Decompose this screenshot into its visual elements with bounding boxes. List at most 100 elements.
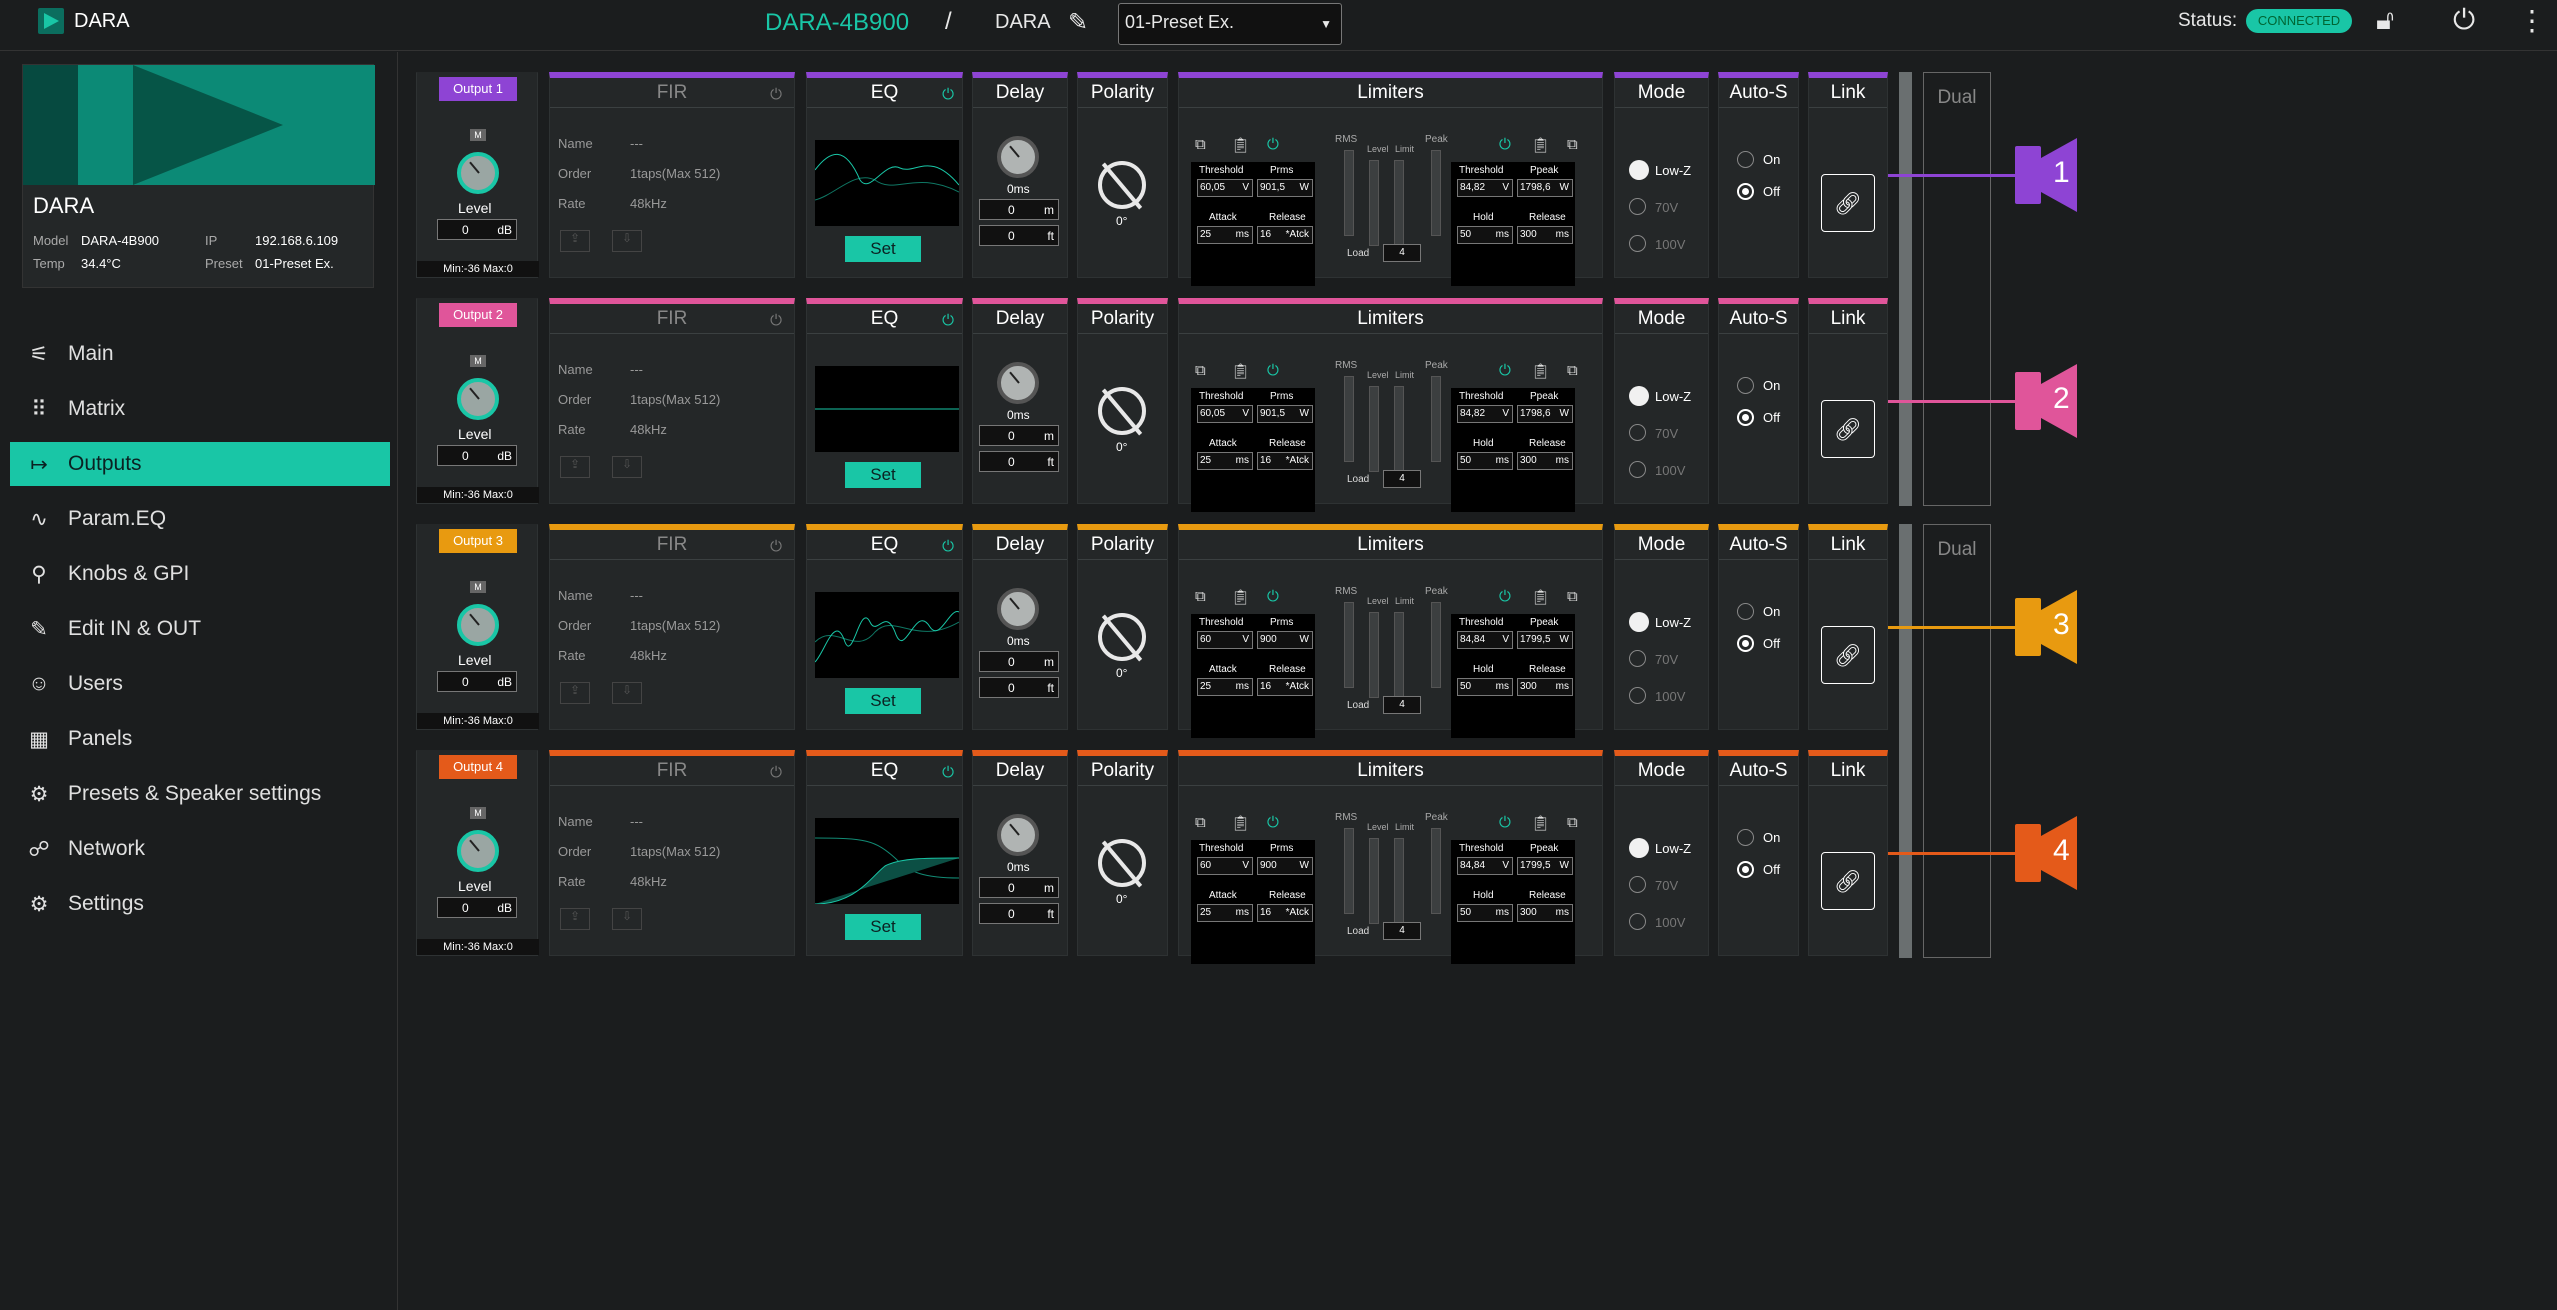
polarity-invert-icon[interactable] [1098, 161, 1146, 209]
hold-input[interactable]: 50 ms [1457, 678, 1513, 696]
power-icon[interactable]: ⏻ [770, 312, 782, 329]
mode-100v-radio[interactable] [1629, 687, 1646, 704]
eq-curve-graph[interactable] [815, 366, 959, 452]
delay-feet-input[interactable]: 0 ft [979, 225, 1059, 246]
mode-70v-radio[interactable] [1629, 650, 1646, 667]
paste-icon[interactable]: 📋︎ [1231, 136, 1250, 154]
rms-threshold-input[interactable]: 60,05 V [1197, 179, 1253, 197]
attack-input[interactable]: 25 ms [1197, 904, 1253, 922]
power-icon[interactable]: ⏻ [1267, 814, 1279, 831]
level-input[interactable]: 0 dB [437, 897, 517, 918]
output-name-tag[interactable]: Output 2 [439, 303, 517, 327]
level-input[interactable]: 0 dB [437, 671, 517, 692]
prms-input[interactable]: 901,5 W [1257, 405, 1313, 423]
paste-icon[interactable]: 📋︎ [1231, 588, 1250, 606]
paste-icon[interactable]: 📋︎ [1531, 814, 1550, 832]
mode-70v-radio[interactable] [1629, 198, 1646, 215]
load-input[interactable]: 4 [1383, 470, 1421, 488]
autos-off-radio[interactable] [1737, 409, 1754, 426]
power-icon[interactable]: ⏻ [1499, 136, 1511, 153]
level-knob[interactable] [457, 152, 499, 194]
power-icon[interactable]: ⏻ [1499, 362, 1511, 379]
dual-group-1-2[interactable]: Dual [1923, 72, 1991, 506]
autos-on-radio[interactable] [1737, 377, 1754, 394]
copy-icon[interactable]: ⧉ [1195, 136, 1206, 153]
link-button[interactable]: 🔗︎ [1821, 852, 1875, 910]
mode-100v-radio[interactable] [1629, 913, 1646, 930]
copy-icon[interactable]: ⧉ [1567, 588, 1578, 605]
attack-input[interactable]: 25 ms [1197, 678, 1253, 696]
hold-input[interactable]: 50 ms [1457, 226, 1513, 244]
mode-lowz-radio[interactable] [1629, 838, 1649, 858]
eq-curve-graph[interactable] [814, 818, 960, 905]
power-icon[interactable]: ⏻ [942, 764, 954, 781]
attack-input[interactable]: 25 ms [1197, 226, 1253, 244]
copy-icon[interactable]: ⧉ [1195, 588, 1206, 605]
power-icon[interactable]: ⏻ [942, 86, 954, 103]
release-input[interactable]: 16 *Atck [1257, 904, 1313, 922]
ppeak-input[interactable]: 1798,6 W [1517, 405, 1573, 423]
load-input[interactable]: 4 [1383, 244, 1421, 262]
mode-lowz-radio[interactable] [1629, 160, 1649, 180]
upload-icon[interactable]: ⇪ [560, 456, 590, 478]
power-icon[interactable]: ⏻ [770, 86, 782, 103]
delay-knob[interactable] [997, 362, 1039, 404]
peak-release-input[interactable]: 300 ms [1517, 678, 1573, 696]
level-input[interactable]: 0 dB [437, 219, 517, 240]
upload-icon[interactable]: ⇪ [560, 682, 590, 704]
ppeak-input[interactable]: 1799,5 W [1517, 857, 1573, 875]
copy-icon[interactable]: ⧉ [1567, 814, 1578, 831]
sidebar-item-matrix[interactable]: ⠿ Matrix [10, 387, 390, 431]
sidebar-item-edit-in-out[interactable]: ✎ Edit IN & OUT [10, 607, 390, 651]
delay-knob[interactable] [997, 814, 1039, 856]
pencil-icon[interactable]: ✎ [1068, 8, 1088, 37]
delay-meters-input[interactable]: 0m [979, 877, 1059, 898]
mode-lowz-radio[interactable] [1629, 386, 1649, 406]
power-icon[interactable]: ⏻ [942, 312, 954, 329]
level-knob[interactable] [457, 604, 499, 646]
peak-release-input[interactable]: 300 ms [1517, 904, 1573, 922]
copy-icon[interactable]: ⧉ [1195, 814, 1206, 831]
load-input[interactable]: 4 [1383, 696, 1421, 714]
mute-button[interactable]: M [470, 129, 486, 141]
mode-100v-radio[interactable] [1629, 461, 1646, 478]
sidebar-item-presets-speaker-settings[interactable]: ⚙ Presets & Speaker settings [10, 772, 390, 816]
eq-set-button[interactable]: Set [845, 236, 921, 262]
delay-meters-input[interactable]: 0m [979, 425, 1059, 446]
mode-70v-radio[interactable] [1629, 424, 1646, 441]
paste-icon[interactable]: 📋︎ [1531, 362, 1550, 380]
power-icon[interactable]: ⏻ [770, 764, 782, 781]
eq-set-button[interactable]: Set [845, 688, 921, 714]
hold-input[interactable]: 50 ms [1457, 452, 1513, 470]
power-icon[interactable]: ⏻ [1267, 136, 1279, 153]
mode-70v-radio[interactable] [1629, 876, 1646, 893]
rms-threshold-input[interactable]: 60 V [1197, 857, 1253, 875]
power-icon[interactable]: ⏻ [1267, 588, 1279, 605]
mode-100v-radio[interactable] [1629, 235, 1646, 252]
sidebar-item-knobs-gpi[interactable]: ⚲ Knobs & GPI [10, 552, 390, 596]
sidebar-item-settings[interactable]: ⚙ Settings [10, 882, 390, 926]
attack-input[interactable]: 25 ms [1197, 452, 1253, 470]
delay-knob[interactable] [997, 588, 1039, 630]
download-icon[interactable]: ⇩ [612, 908, 642, 930]
eq-curve-graph[interactable] [814, 592, 960, 678]
power-icon[interactable]: ⏻ [770, 538, 782, 555]
peak-threshold-input[interactable]: 84,84 V [1457, 857, 1513, 875]
polarity-invert-icon[interactable] [1098, 387, 1146, 435]
autos-off-radio[interactable] [1737, 183, 1754, 200]
peak-threshold-input[interactable]: 84,82 V [1457, 179, 1513, 197]
power-icon[interactable]: ⏻ [1267, 362, 1279, 379]
sidebar-item-panels[interactable]: ▦ Panels [10, 717, 390, 761]
link-button[interactable]: 🔗︎ [1821, 626, 1875, 684]
brand-logo[interactable]: DARA [38, 8, 130, 34]
paste-icon[interactable]: 📋︎ [1231, 362, 1250, 380]
more-vertical-icon[interactable]: ⋮ [2518, 4, 2546, 37]
polarity-invert-icon[interactable] [1098, 613, 1146, 661]
autos-on-radio[interactable] [1737, 151, 1754, 168]
copy-icon[interactable]: ⧉ [1567, 136, 1578, 153]
eq-set-button[interactable]: Set [845, 914, 921, 940]
prms-input[interactable]: 900 W [1257, 631, 1313, 649]
ppeak-input[interactable]: 1799,5 W [1517, 631, 1573, 649]
autos-off-radio[interactable] [1737, 635, 1754, 652]
release-input[interactable]: 16 *Atck [1257, 678, 1313, 696]
